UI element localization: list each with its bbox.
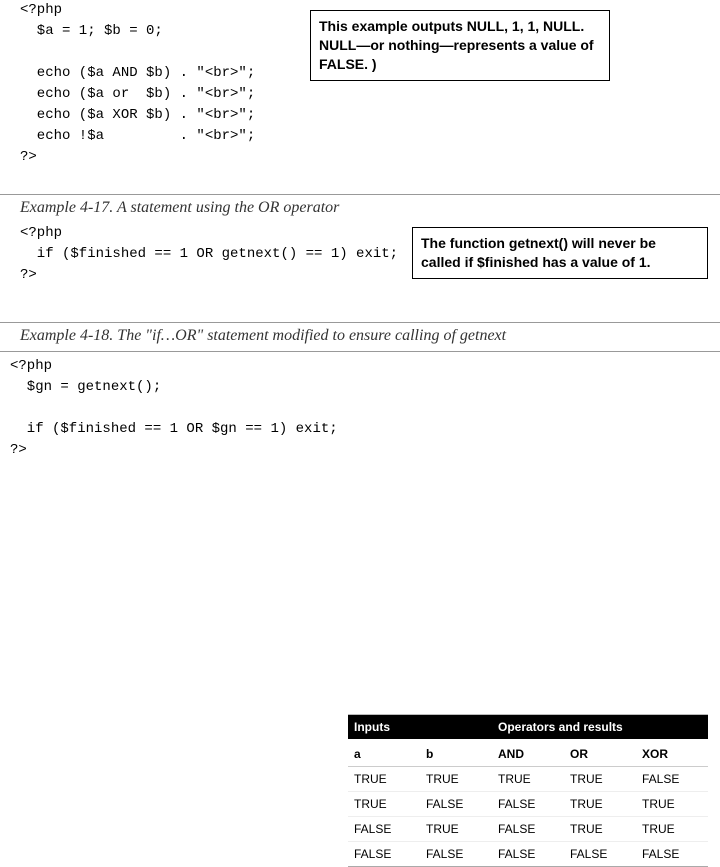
annotation-2: The function getnext() will never be cal… xyxy=(412,227,708,279)
col-or: OR xyxy=(564,739,636,767)
caption-4-18: Example 4-18. The "if…OR" statement modi… xyxy=(0,327,720,345)
col-a: a xyxy=(348,739,420,767)
caption-4-17: Example 4-17. A statement using the OR o… xyxy=(0,199,720,217)
table-row: TRUE FALSE FALSE TRUE TRUE xyxy=(348,792,708,817)
col-b: b xyxy=(420,739,492,767)
table-row: FALSE TRUE FALSE TRUE TRUE xyxy=(348,817,708,842)
truth-table-table: Inputs Operators and results a b AND OR … xyxy=(348,715,708,867)
header-operators: Operators and results xyxy=(492,715,708,739)
code-section-3: <?php $gn = getnext(); if ($finished == … xyxy=(0,356,720,596)
php-code-3: <?php $gn = getnext(); if ($finished == … xyxy=(0,356,720,461)
col-and: AND xyxy=(492,739,564,767)
table-row: FALSE FALSE FALSE FALSE FALSE xyxy=(348,842,708,867)
col-xor: XOR xyxy=(636,739,708,767)
truth-table-header-row: Inputs Operators and results xyxy=(348,715,708,739)
separator xyxy=(0,322,720,323)
table-row: TRUE TRUE TRUE TRUE FALSE xyxy=(348,767,708,792)
header-inputs: Inputs xyxy=(348,715,492,739)
code-section-1: <?php $a = 1; $b = 0; echo ($a AND $b) .… xyxy=(0,0,720,190)
code-section-2: <?php if ($finished == 1 OR getnext() ==… xyxy=(0,223,720,318)
separator xyxy=(0,194,720,195)
truth-table: Inputs Operators and results a b AND OR … xyxy=(348,714,708,867)
separator xyxy=(0,351,720,352)
truth-table-subheader: a b AND OR XOR xyxy=(348,739,708,767)
annotation-1: This example outputs NULL, 1, 1, NULL. N… xyxy=(310,10,610,81)
